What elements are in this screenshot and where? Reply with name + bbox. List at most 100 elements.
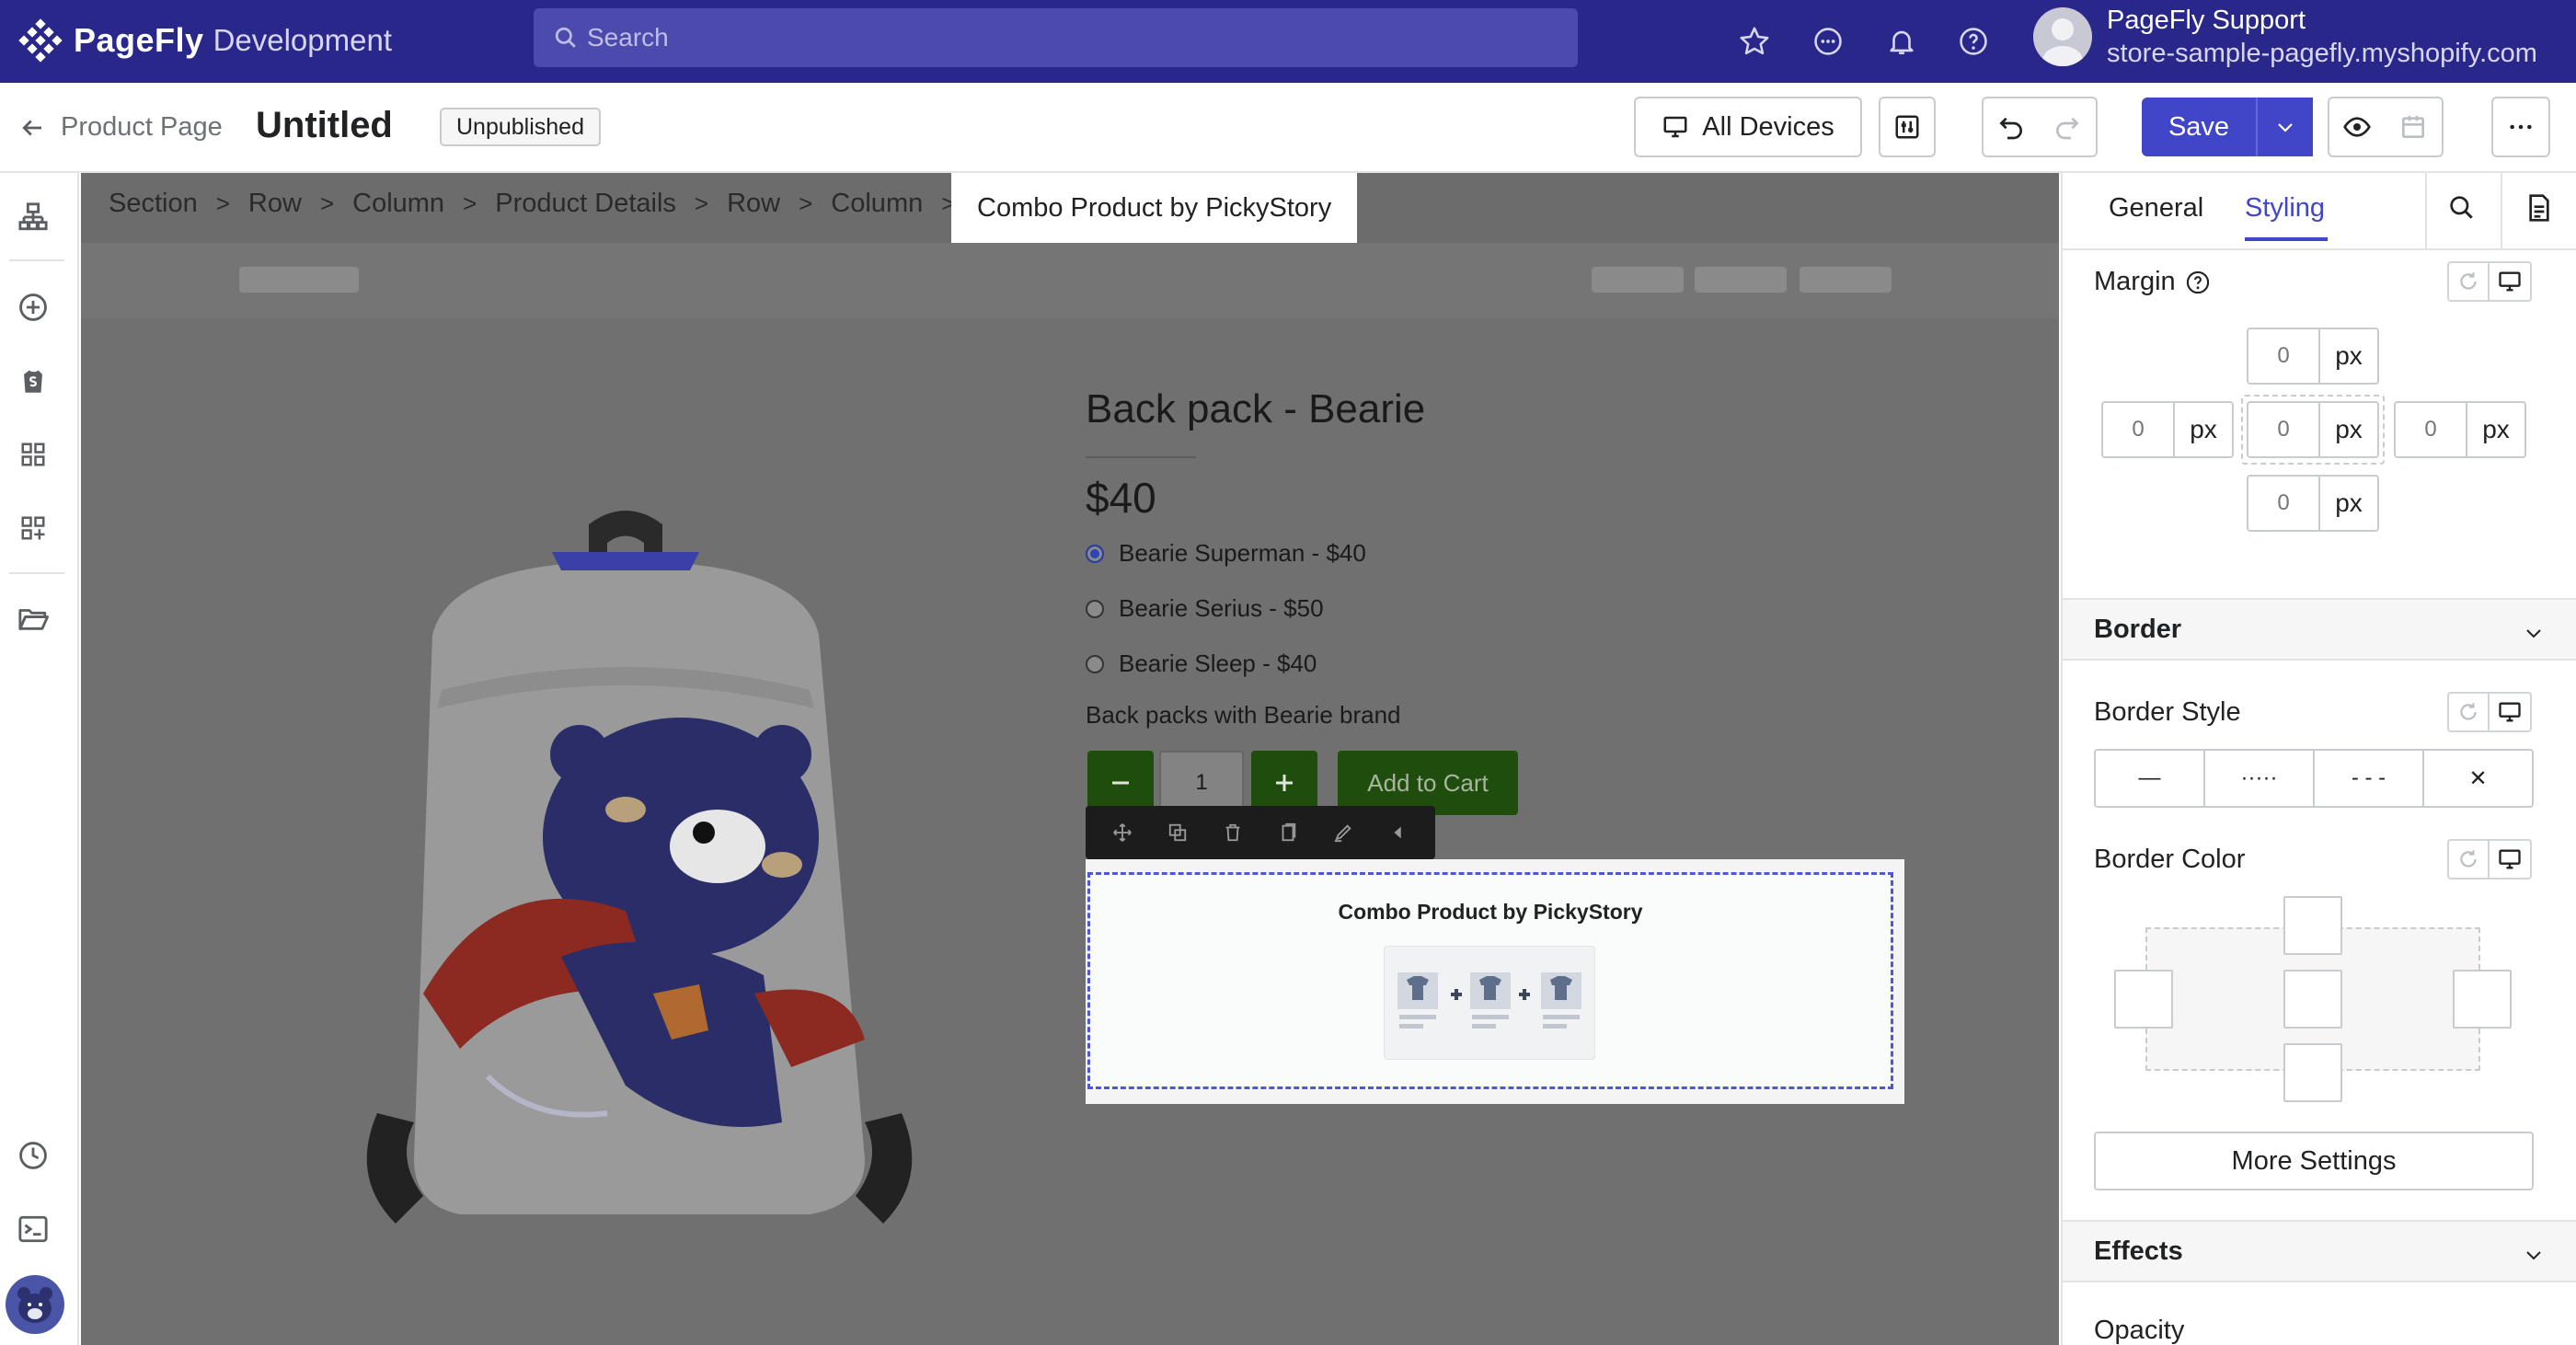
search-input[interactable]: [587, 23, 1507, 52]
document-icon[interactable]: [2524, 193, 2554, 223]
history-icon[interactable]: [15, 1137, 52, 1174]
variant-radio[interactable]: [1086, 544, 1104, 563]
breadcrumb-separator: >: [799, 190, 813, 217]
back-button[interactable]: Product Page: [18, 112, 223, 143]
account-store[interactable]: store-sample-pagefly.myshopify.com: [2107, 39, 2537, 69]
border-color-right-swatch[interactable]: [2453, 970, 2512, 1029]
title-divider: [1086, 456, 1196, 458]
breadcrumb-item[interactable]: Row: [727, 189, 780, 219]
copy-icon[interactable]: [1278, 822, 1298, 843]
margin-left-field[interactable]: px: [2101, 401, 2234, 458]
margin-right-field[interactable]: px: [2394, 401, 2526, 458]
combo-preview-card: [1384, 946, 1595, 1060]
reset-icon[interactable]: [2447, 261, 2490, 302]
add-element-icon[interactable]: [15, 289, 52, 326]
chevron-down-icon: [2526, 629, 2541, 638]
margin-top-input[interactable]: [2248, 329, 2320, 383]
desktop-icon[interactable]: [2490, 692, 2532, 732]
margin-top-field[interactable]: px: [2247, 328, 2379, 385]
star-icon[interactable]: [1737, 24, 1772, 59]
margin-bottom-input[interactable]: [2248, 477, 2320, 530]
breadcrumb-active-item[interactable]: Combo Product by PickyStory: [951, 173, 1358, 243]
breadcrumb-item[interactable]: Product Details: [495, 189, 676, 219]
undo-icon: [1999, 117, 2022, 140]
variant-option[interactable]: Bearie Sleep - $40: [1086, 650, 1317, 678]
product-price[interactable]: $40: [1086, 473, 1156, 523]
caret-left-icon[interactable]: [1388, 822, 1409, 843]
add-section-icon[interactable]: [15, 510, 52, 546]
page-title[interactable]: Untitled: [256, 105, 393, 146]
margin-center-field[interactable]: px: [2247, 401, 2379, 458]
border-section-title: Border: [2094, 615, 2182, 644]
bearie-avatar[interactable]: [6, 1275, 64, 1334]
layout-settings-button[interactable]: [1879, 97, 1936, 157]
border-color-top-swatch[interactable]: [2283, 896, 2342, 955]
border-color-left-swatch[interactable]: [2114, 970, 2173, 1029]
chat-icon[interactable]: [1811, 24, 1846, 59]
tab-general[interactable]: General: [2109, 193, 2203, 224]
redo-button[interactable]: [2039, 97, 2098, 157]
save-label: Save: [2168, 111, 2230, 142]
breadcrumb-item[interactable]: Column: [352, 189, 444, 219]
margin-right-input[interactable]: [2396, 403, 2467, 456]
reset-icon[interactable]: [2447, 839, 2490, 879]
move-icon[interactable]: [1112, 822, 1133, 843]
breadcrumb-item[interactable]: Section: [109, 189, 198, 219]
account-avatar[interactable]: [2033, 7, 2092, 66]
margin-bottom-field[interactable]: px: [2247, 475, 2379, 532]
product-title[interactable]: Back pack - Bearie: [1086, 386, 1425, 432]
search-icon[interactable]: [2447, 193, 2477, 223]
margin-left-input[interactable]: [2103, 403, 2175, 456]
preview-button[interactable]: [2328, 97, 2386, 157]
variant-radio[interactable]: [1086, 654, 1104, 673]
tab-styling[interactable]: Styling: [2245, 193, 2325, 224]
border-style-dotted[interactable]: ·····: [2205, 751, 2315, 806]
desktop-icon[interactable]: [2490, 261, 2532, 302]
border-color-all-swatch[interactable]: [2283, 970, 2342, 1029]
pagefly-logo[interactable]: PageFly Development: [18, 18, 392, 63]
more-settings-button[interactable]: More Settings: [2094, 1132, 2534, 1190]
bell-icon[interactable]: [1884, 24, 1919, 59]
style-brush-icon[interactable]: [1333, 822, 1353, 843]
search-bar[interactable]: [534, 8, 1578, 67]
account-name[interactable]: PageFly Support: [2107, 6, 2306, 36]
undo-button[interactable]: [1982, 97, 2041, 157]
border-color-controls: [2447, 839, 2532, 879]
all-devices-button[interactable]: All Devices: [1634, 97, 1862, 157]
save-options-button[interactable]: [2256, 98, 2313, 156]
margin-unit[interactable]: px: [2175, 403, 2232, 456]
trash-icon[interactable]: [1223, 822, 1243, 843]
product-description[interactable]: Back packs with Bearie brand: [1086, 701, 1401, 730]
layers-icon[interactable]: [15, 199, 52, 236]
product-image[interactable]: [350, 478, 957, 1251]
grid-icon[interactable]: [15, 436, 52, 473]
border-style-none[interactable]: ✕: [2424, 751, 2532, 806]
help-icon[interactable]: [1956, 24, 1991, 59]
border-color-bottom-swatch[interactable]: [2283, 1043, 2342, 1102]
reset-icon[interactable]: [2447, 692, 2490, 732]
publish-schedule-button[interactable]: [2385, 97, 2444, 157]
margin-unit[interactable]: px: [2320, 403, 2377, 456]
help-circle-icon[interactable]: [2185, 270, 2211, 295]
margin-unit[interactable]: px: [2320, 477, 2377, 530]
border-style-dashed[interactable]: - - -: [2315, 751, 2424, 806]
desktop-icon[interactable]: [2490, 839, 2532, 879]
rail-divider: [9, 572, 64, 574]
margin-unit[interactable]: px: [2320, 329, 2377, 383]
variant-option[interactable]: Bearie Superman - $40: [1086, 539, 1366, 568]
border-style-solid[interactable]: —: [2096, 751, 2205, 806]
breadcrumb-item[interactable]: Column: [831, 189, 923, 219]
border-section-header[interactable]: Border: [2063, 598, 2576, 661]
more-actions-button[interactable]: [2491, 97, 2550, 157]
variant-radio[interactable]: [1086, 599, 1104, 618]
effects-section-header[interactable]: Effects: [2063, 1220, 2576, 1282]
margin-unit[interactable]: px: [2467, 403, 2524, 456]
breadcrumb-item[interactable]: Row: [248, 189, 302, 219]
margin-center-input[interactable]: [2248, 403, 2320, 456]
folder-icon[interactable]: [15, 600, 52, 637]
search-icon: [555, 27, 576, 48]
variant-option[interactable]: Bearie Serius - $50: [1086, 594, 1324, 623]
shopify-icon[interactable]: [15, 362, 52, 399]
code-icon[interactable]: [15, 1211, 52, 1247]
duplicate-icon[interactable]: [1167, 822, 1188, 843]
